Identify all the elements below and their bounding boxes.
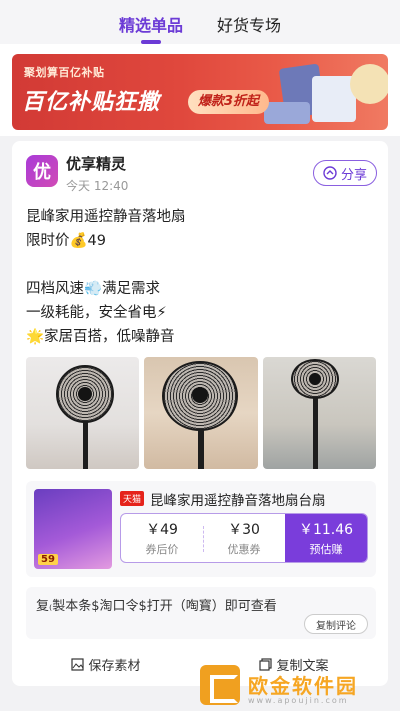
banner-area: 聚划算百亿补贴 百亿补贴狂撒 爆款3折起 — [0, 44, 400, 136]
watermark-logo-icon — [200, 664, 240, 705]
product-title: 昆峰家用遥控静音落地扇台扇 — [150, 493, 326, 509]
estimated-earn-value: ￥11.46 — [298, 522, 354, 538]
coupon-price-label: 券后价 — [145, 543, 179, 556]
product-photo[interactable] — [26, 357, 140, 469]
banner-product-image — [350, 64, 388, 104]
product-row[interactable]: 59 天猫 昆峰家用遥控静音落地扇台扇 ￥49 券后价 ￥30 优惠券 ￥11.… — [26, 481, 376, 577]
coupon-price-col: ￥49 券后价 — [121, 514, 203, 562]
author-name: 优享精灵 — [66, 155, 127, 173]
coupon-col: ￥30 优惠券 — [203, 514, 285, 562]
copy-command-row: 复₍製本条$淘口令$打开（啕寳）即可查看 复制评论 — [26, 587, 376, 639]
coupon-price-value: ￥49 — [146, 522, 178, 538]
estimated-earn-label: 预估赚 — [309, 543, 343, 556]
thumbnail-price-badge: 59 — [38, 554, 58, 565]
banner-headline: 百亿补贴狂撒 — [22, 90, 161, 115]
save-material-button[interactable]: 保存素材 — [12, 651, 200, 677]
tab-selected-items[interactable]: 精选单品 — [119, 12, 183, 42]
post-feature-line: 四档风速💨满足需求 — [26, 281, 161, 297]
copy-command-text: 复₍製本条$淘口令$打开（啕寳）即可查看 — [36, 599, 277, 614]
save-material-label: 保存素材 — [88, 658, 141, 674]
coupon-value: ￥30 — [228, 522, 260, 538]
post-card: 优 优享精灵 今天 12:40 分享 昆峰家用遥控静音落地扇 限时价💰49 四档… — [12, 141, 388, 686]
app-root: 精选单品 好货专场 聚划算百亿补贴 百亿补贴狂撒 爆款3折起 优 优享精灵 今天… — [0, 0, 400, 711]
watermark-url: www.apoujin.com — [248, 696, 349, 705]
product-photo[interactable] — [144, 357, 258, 469]
watermark: 欧金软件园 www.apoujin.com — [200, 658, 400, 711]
post-feature-line: 一级耗能，安全省电⚡ — [26, 305, 167, 321]
estimated-earn-col[interactable]: ￥11.46 预估赚 — [285, 514, 367, 562]
promo-banner[interactable]: 聚划算百亿补贴 百亿补贴狂撒 爆款3折起 — [12, 54, 388, 130]
avatar: 优 — [26, 155, 58, 187]
photo-grid — [26, 357, 376, 469]
post-feature-line: 🌟家居百搭，低噪静音 — [26, 329, 175, 345]
fan-image — [144, 357, 257, 469]
price-box: ￥49 券后价 ￥30 优惠券 ￥11.46 预估赚 — [120, 513, 368, 563]
tab-good-deals[interactable]: 好货专场 — [217, 12, 281, 42]
coupon-label: 优惠券 — [227, 543, 261, 556]
share-button[interactable]: 分享 — [313, 160, 377, 186]
post-time: 今天 12:40 — [66, 179, 129, 193]
watermark-text: 欧金软件园 — [248, 674, 358, 698]
banner-product-image — [264, 102, 310, 124]
post-title-line: 昆峰家用遥控静音落地扇 — [26, 209, 186, 225]
product-thumbnail[interactable]: 59 — [34, 489, 112, 569]
copy-comment-button[interactable]: 复制评论 — [304, 614, 368, 634]
banner-subtitle: 聚划算百亿补贴 — [24, 66, 105, 79]
fan-image — [263, 357, 376, 469]
share-icon — [323, 166, 337, 180]
share-label: 分享 — [340, 167, 367, 183]
banner-discount-pill: 爆款3折起 — [188, 90, 270, 114]
tmall-badge: 天猫 — [120, 491, 145, 506]
top-tabs: 精选单品 好货专场 — [0, 0, 400, 44]
fan-image — [26, 357, 139, 469]
product-photo[interactable] — [262, 357, 376, 469]
post-price-line: 限时价💰49 — [26, 233, 107, 249]
image-icon — [71, 657, 85, 671]
